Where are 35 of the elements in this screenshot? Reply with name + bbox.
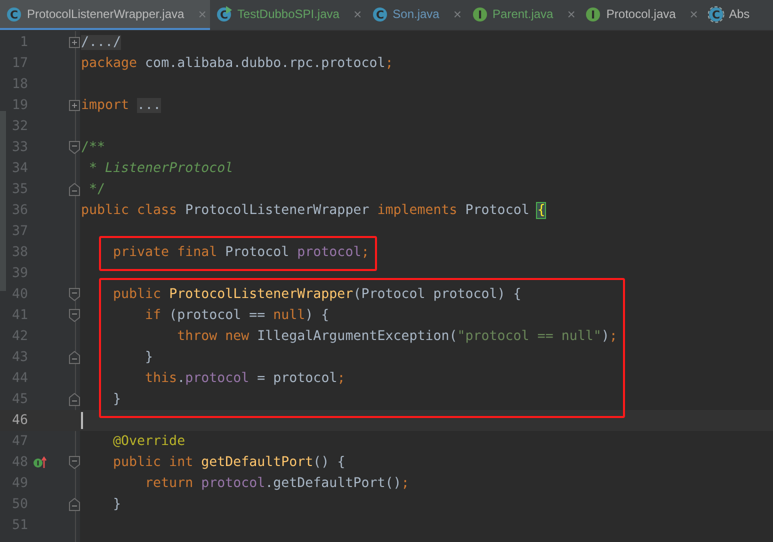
close-tab-icon[interactable]: ×: [567, 6, 576, 22]
class-file-icon: C: [6, 6, 23, 22]
code-line: }: [112, 392, 122, 407]
code-line: public class ProtocolListenerWrapper implements Protocol {: [81, 203, 546, 218]
code-line: public ProtocolListenerWrapper(Protocol protocol) {: [112, 287, 522, 302]
editor-tab[interactable]: C Son.java ×: [366, 0, 466, 30]
code-line: /**: [81, 140, 106, 155]
editor-tab[interactable]: C Abs: [702, 0, 754, 30]
close-tab-icon[interactable]: ×: [453, 6, 462, 22]
code-line: private final Protocol protocol;: [112, 245, 370, 260]
code-line: @Override: [112, 434, 186, 449]
editor-tab[interactable]: I Protocol.java ×: [579, 0, 702, 30]
code-line: return protocol.getDefaultPort();: [144, 476, 410, 491]
code-line: import ...: [81, 98, 162, 113]
close-tab-icon[interactable]: ×: [353, 6, 362, 22]
implements-marker-icon[interactable]: [33, 456, 47, 469]
line-number: 46: [10, 413, 28, 428]
interface-file-icon: I: [472, 6, 489, 22]
interface-file-icon: I: [585, 6, 602, 22]
editor-tab[interactable]: C ProtocolListenerWrapper.java ×: [0, 0, 210, 30]
editor-tab[interactable]: I Parent.java ×: [466, 0, 580, 30]
abstract-class-icon: C: [708, 6, 725, 22]
code-line: this.protocol = protocol;: [144, 371, 346, 386]
code-line: }: [144, 350, 154, 365]
code-line: if (protocol == null) {: [144, 308, 330, 323]
code-line: * ListenerProtocol: [88, 161, 234, 176]
code-line: public int getDefaultPort() {: [112, 455, 346, 470]
expand-fold-icon[interactable]: [68, 37, 80, 48]
class-file-icon: C: [372, 6, 389, 22]
expand-fold-icon[interactable]: [68, 100, 80, 111]
code-line: }: [112, 497, 122, 512]
code-line: package com.alibaba.dubbo.rpc.protocol;: [81, 56, 394, 71]
code-line: */: [88, 182, 106, 197]
code-line: throw new IllegalArgumentException("protocol == null");: [176, 329, 618, 344]
close-tab-icon[interactable]: ×: [690, 6, 698, 22]
